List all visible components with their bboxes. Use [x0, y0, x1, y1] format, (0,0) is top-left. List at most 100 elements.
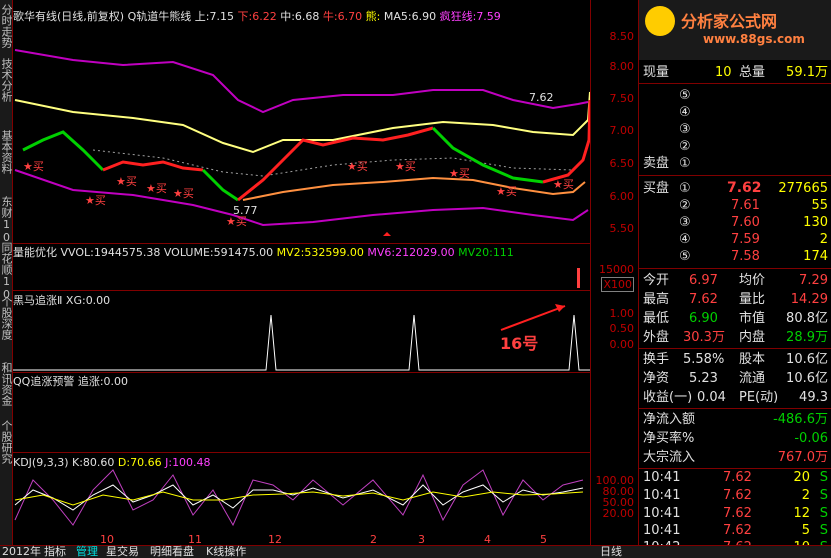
buy-price: 7.58 [731, 249, 760, 264]
tick-volume: 20 [793, 470, 810, 485]
tick-row: 10:41 7.62 20 S [639, 469, 831, 486]
stat-row: 净资 5.23 流通 10.6亿 [639, 370, 831, 387]
tab-intraday[interactable]: 分时走势 [0, 4, 13, 48]
total-volume-value: 59.1万 [786, 65, 828, 80]
stat-value: 6.97 [689, 273, 718, 288]
volume-axis-unit: X100 [601, 277, 634, 292]
total-volume-label: 总量 [739, 65, 766, 80]
buy-volume: 277665 [778, 181, 828, 196]
bottom-year: 2012年 [2, 545, 41, 558]
mv6-value: 212029.00 [395, 246, 455, 259]
stat-value: 30.3万 [683, 330, 725, 345]
buy-level: ② [679, 198, 691, 213]
stat-label: 换手 [643, 352, 670, 367]
tab-fundamental[interactable]: 基本资料 [0, 130, 13, 174]
stat-label: 今开 [643, 273, 670, 288]
flow-label: 净流入额 [643, 412, 696, 427]
tick-volume: 2 [801, 488, 810, 503]
buy-row-5: ⑤ 7.58 174 [639, 248, 831, 265]
buy-label: 买盘 [643, 181, 670, 196]
buy-marker: ★买 [553, 178, 574, 191]
month-label: 4 [484, 533, 491, 546]
divider [639, 83, 831, 84]
buy-price: 7.60 [731, 215, 760, 230]
bottom-tab-detail[interactable]: 明细看盘 [150, 546, 194, 558]
panel-divider [13, 372, 590, 373]
logo-flower-icon [645, 6, 675, 36]
flow-value: -0.06 [794, 431, 828, 446]
left-tab-bar: 分时走势 技术分析 基本资料 东财10 同花顺10 个股深度 和讯资金 个股研究 [0, 0, 13, 557]
axis-tick: 7.50 [609, 92, 635, 105]
buy-marker: ★买 [23, 160, 44, 173]
kline-chart-area[interactable]: 歌华有线(日线,前复权) Q轨道牛熊线 上:7.15 下:6.22 中:6.68… [13, 0, 590, 545]
d-label: D: [117, 456, 131, 469]
tick-side: S [819, 523, 828, 538]
sell-level: ② [679, 139, 691, 154]
tick-price: 7.62 [723, 506, 752, 521]
sell-level: ③ [679, 122, 691, 137]
buy-marker: ★买 [496, 185, 517, 198]
tick-price: 7.62 [723, 470, 752, 485]
tick-price: 7.62 [723, 523, 752, 538]
tab-technical[interactable]: 技术分析 [0, 58, 13, 102]
stat-value: 49.3 [799, 390, 828, 405]
tab-research[interactable]: 个股研究 [0, 420, 13, 464]
sell-label: 卖盘 [643, 156, 670, 171]
tick-side: S [819, 470, 828, 485]
buy-row-1: 买盘 ① 7.62 277665 [639, 180, 831, 197]
sell-row-3: ③ [639, 121, 831, 138]
axis-tick: 20.00 [602, 507, 635, 520]
sell-row-5: ⑤ [639, 87, 831, 104]
mv6-label: MV6: [367, 246, 396, 259]
vvol-label: VVOL: [60, 246, 94, 259]
price-high-annotation: 7.62 [529, 91, 554, 104]
bottom-tab-indicator[interactable]: 指标 [44, 546, 66, 558]
volume-panel-name: 量能优化 [13, 246, 57, 259]
tick-row: 10:41 7.62 12 S [639, 505, 831, 522]
stat-row: 收益(一) 0.04 PE(动) 49.3 [639, 389, 831, 406]
buy-volume: 55 [811, 198, 828, 213]
bottom-tab-kline[interactable]: K线操作 [206, 546, 246, 558]
buy-marker: ★买 [116, 175, 137, 188]
stat-label: 最低 [643, 311, 670, 326]
sell-level: ④ [679, 105, 691, 120]
stat-row: 最高 7.62 量比 14.29 [639, 291, 831, 308]
tick-time: 10:41 [643, 470, 681, 485]
bottom-tab-manage[interactable]: 管理 [76, 546, 98, 558]
tab-dongcai[interactable]: 东财10 [0, 196, 13, 244]
qq-value: 0.00 [103, 375, 129, 388]
buy-row-2: ② 7.61 55 [639, 197, 831, 214]
stat-value: 14.29 [790, 292, 828, 307]
stat-value: 10.6亿 [786, 371, 828, 386]
panel-divider [13, 243, 590, 244]
axis-tick: 8.00 [609, 60, 635, 73]
tick-price: 7.62 [723, 488, 752, 503]
stat-value: 7.29 [799, 273, 828, 288]
xg-label: XG: [65, 294, 86, 307]
bottom-tab-trade[interactable]: 星交易 [106, 546, 139, 558]
sell-row-4: ④ [639, 104, 831, 121]
tab-hexun[interactable]: 和讯资金 [0, 362, 13, 406]
tab-tonghuashun[interactable]: 同花顺10 [0, 242, 13, 301]
stat-label: 最高 [643, 292, 670, 307]
mv20-label: MV20: [458, 246, 493, 259]
buy-marker: ★买 [449, 167, 470, 180]
buy-marker: ★买 [173, 187, 194, 200]
flow-row: 净流入额 -486.6万 [639, 411, 831, 428]
period-label[interactable]: 日线 [600, 546, 622, 558]
kdj-k-line [14, 484, 584, 511]
buy-level: ③ [679, 215, 691, 230]
mv20-value: 111 [492, 246, 514, 259]
buy-marker: ★买 [226, 215, 247, 228]
handwritten-annotation: 16号 [500, 334, 539, 353]
stat-value: 5.58% [683, 352, 725, 367]
tick-time: 10:41 [643, 488, 681, 503]
k-label: K: [72, 456, 83, 469]
volume-panel-header: 量能优化 VVOL:1944575.38 VOLUME:591475.00 MV… [13, 246, 514, 260]
axis-tick: 1.00 [609, 307, 635, 320]
month-label: 2 [370, 533, 377, 546]
tab-depth[interactable]: 个股深度 [0, 296, 13, 340]
qq-panel-header: QQ追涨预警 追涨:0.00 [13, 375, 128, 389]
j-value: 100.48 [172, 456, 211, 469]
divider [639, 408, 831, 409]
